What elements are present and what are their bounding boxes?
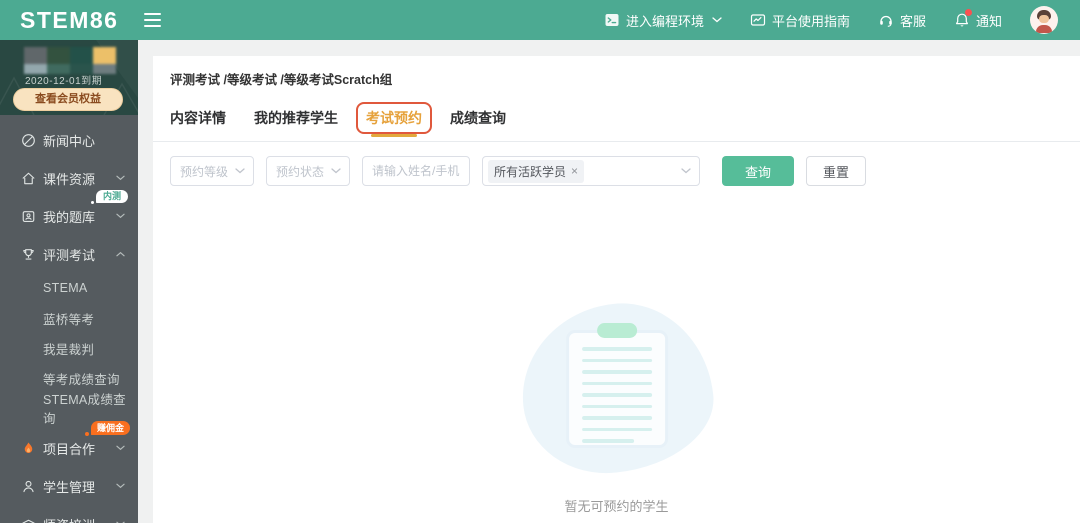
customer-service-label: 客服 [899, 13, 926, 29]
sidebar-item-label: 学生管理 [43, 479, 96, 495]
empty-state-text: 暂无可预约的学生 [564, 499, 669, 514]
coding-env-label: 进入编程环境 [625, 13, 704, 29]
platform-guide-label: 平台使用指南 [771, 13, 850, 29]
reservation-level-select[interactable]: 预约等级 [170, 156, 254, 186]
view-member-benefits-button[interactable]: 查看会员权益 [13, 88, 123, 111]
hamburger-menu-icon[interactable] [144, 13, 162, 27]
coding-env-menu[interactable]: 进入编程环境 [604, 11, 722, 30]
member-panel: 2020-12-01到期 查看会员权益 [0, 40, 138, 115]
notification-dot [964, 9, 972, 16]
notification-menu[interactable]: 通知 [954, 9, 1002, 30]
commission-badge: 赚佣金 [84, 421, 130, 436]
name-phone-input[interactable] [362, 156, 470, 186]
chevron-down-icon [677, 168, 699, 174]
tab-score-query[interactable]: 成绩查询 [450, 100, 506, 141]
student-group-tag-label: 所有活跃学员 [494, 164, 567, 179]
news-icon [22, 133, 35, 147]
sidebar-item-project-cooperation[interactable]: 项目合作 赚佣金 [0, 421, 138, 467]
main-card: 评测考试 /等级考试 /等级考试Scratch组 内容详情 我的推荐学生 考试预… [153, 56, 1080, 523]
user-avatar[interactable] [1030, 6, 1058, 34]
blurred-mosaic [24, 47, 116, 74]
house-icon [22, 172, 35, 184]
tab-content-details[interactable]: 内容详情 [170, 100, 226, 141]
sidebar-item-label: 评测考试 [43, 247, 96, 263]
question-bank-icon [22, 210, 35, 222]
chevron-down-icon [231, 168, 253, 174]
flame-icon [24, 442, 33, 453]
clipboard-illustration [565, 322, 668, 448]
sidebar-item-label: 课件资源 [43, 171, 96, 187]
chevron-down-icon [712, 17, 722, 23]
chevron-down-icon [116, 445, 125, 451]
topbar: STEM86 进入编程环境 平台使用指南 客服 通知 [0, 0, 1080, 40]
chevron-up-icon [116, 251, 125, 257]
breadcrumb: 评测考试 /等级考试 /等级考试Scratch组 [170, 73, 393, 87]
platform-guide-menu[interactable]: 平台使用指南 [750, 11, 850, 30]
sidebar-item-label: 项目合作 [43, 441, 96, 457]
chevron-down-icon [327, 168, 349, 174]
reservation-status-select[interactable]: 预约状态 [266, 156, 350, 186]
sidebar-item-news-center[interactable]: 新闻中心 [0, 121, 138, 159]
tab-my-recommended-students[interactable]: 我的推荐学生 [254, 100, 338, 141]
trophy-icon [23, 248, 34, 260]
reset-button[interactable]: 重置 [806, 156, 866, 186]
stem86-logo[interactable]: STEM86 [20, 7, 118, 34]
tabs-bar: 内容详情 我的推荐学生 考试预约 成绩查询 [153, 100, 1080, 142]
tab-exam-reservation-label: 考试预约 [366, 110, 422, 126]
student-group-multiselect[interactable]: 所有活跃学员 × [482, 156, 700, 186]
reservation-level-placeholder: 预约等级 [180, 164, 229, 179]
guide-icon [750, 12, 766, 28]
graduation-icon [22, 519, 35, 523]
empty-state-illustration [513, 294, 720, 482]
student-group-tag: 所有活跃学员 × [488, 159, 585, 183]
sidebar-item-label: 师资培训 [43, 515, 95, 523]
terminal-icon [604, 12, 620, 28]
content-area: 评测考试 /等级考试 /等级考试Scratch组 内容详情 我的推荐学生 考试预… [138, 40, 1080, 523]
topbar-right-group: 进入编程环境 平台使用指南 客服 通知 [604, 6, 1080, 34]
sidebar-subitem-lanqiao[interactable]: 蓝桥等考 [0, 303, 138, 333]
sidebar-item-teacher-training[interactable]: 师资培训 [0, 505, 138, 523]
sidebar: 2020-12-01到期 查看会员权益 新闻中心 课件资源 我的题库 内测 评测… [0, 40, 138, 523]
notification-label: 通知 [975, 13, 1002, 29]
sidebar-item-student-management[interactable]: 学生管理 [0, 467, 138, 505]
chevron-down-icon [116, 483, 125, 489]
query-button[interactable]: 查询 [722, 156, 794, 186]
headphones-icon [878, 12, 894, 28]
filter-bar: 预约等级 预约状态 所有活跃学员 × 查询 重置 [153, 156, 1080, 186]
bell-icon [954, 9, 972, 28]
tag-close-icon[interactable]: × [571, 165, 578, 177]
sidebar-item-label: 新闻中心 [43, 133, 96, 149]
sidebar-subitem-stema[interactable]: STEMA [0, 273, 138, 303]
empty-state: 暂无可预约的学生 [153, 294, 1080, 515]
beta-badge: 内测 [90, 190, 128, 204]
chevron-down-icon [116, 175, 125, 181]
tab-exam-reservation[interactable]: 考试预约 [356, 100, 432, 141]
customer-service-menu[interactable]: 客服 [878, 11, 926, 30]
sidebar-menu: 新闻中心 课件资源 我的题库 内测 评测考试 STEMA 蓝桥等考 我是裁判 等… [0, 115, 138, 523]
membership-expiry-text: 2020-12-01到期 [25, 76, 103, 87]
active-tab-underline [371, 133, 417, 137]
sidebar-item-question-bank[interactable]: 我的题库 内测 [0, 190, 138, 235]
chevron-down-icon [116, 213, 125, 219]
sidebar-item-label: 我的题库 [43, 209, 96, 225]
sidebar-subitem-referee[interactable]: 我是裁判 [0, 333, 138, 363]
sidebar-subitem-stema-score-query[interactable]: STEMA成绩查询 [0, 393, 138, 426]
person-icon [23, 480, 34, 492]
sidebar-item-assessment-exam[interactable]: 评测考试 [0, 235, 138, 273]
reservation-status-placeholder: 预约状态 [276, 164, 325, 179]
